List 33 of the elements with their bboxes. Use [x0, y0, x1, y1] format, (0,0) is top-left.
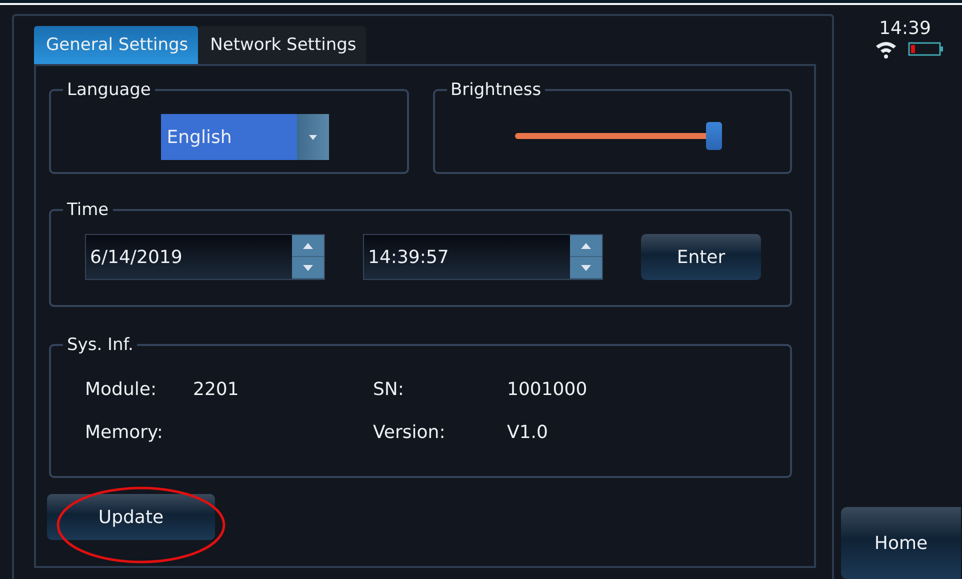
spin-down-button[interactable]: [570, 257, 602, 279]
brightness-slider[interactable]: [514, 122, 720, 150]
down-triangle-icon: [581, 264, 591, 270]
group-title: Brightness: [450, 80, 542, 100]
home-button[interactable]: Home: [841, 507, 961, 579]
slider-thumb[interactable]: [706, 122, 722, 150]
down-triangle-icon: [303, 264, 313, 270]
spin-field[interactable]: 14:39:57: [363, 234, 603, 280]
battery-icon: [908, 42, 944, 56]
info-label: Module:: [85, 379, 158, 400]
info-label: Version:: [373, 422, 446, 443]
spin-up-button[interactable]: [292, 235, 324, 257]
caret-icon: [308, 134, 317, 140]
spin-up-button[interactable]: [570, 235, 602, 257]
wifi-icon: [874, 39, 898, 59]
tab[interactable]: General Settings: [34, 26, 198, 64]
info-value: 1001000: [507, 379, 588, 400]
info-value: V1.0: [507, 422, 549, 443]
group-title: Time: [66, 200, 110, 220]
spin-down-button[interactable]: [292, 257, 324, 279]
update-button[interactable]: Update: [47, 494, 215, 540]
group-title: Sys. Inf.: [66, 335, 134, 355]
up-triangle-icon: [581, 242, 591, 248]
up-triangle-icon: [303, 242, 313, 248]
info-label: Memory:: [85, 422, 164, 443]
info-value: 2201: [193, 379, 240, 400]
language-dropdown[interactable]: English: [160, 114, 329, 160]
spin-field[interactable]: 6/14/2019: [85, 234, 325, 280]
tab[interactable]: Network Settings: [198, 26, 366, 64]
enter-button[interactable]: Enter: [641, 234, 761, 280]
group-title: Language: [66, 80, 152, 100]
info-label: SN:: [373, 379, 405, 400]
status-time: 14:39: [879, 18, 931, 39]
